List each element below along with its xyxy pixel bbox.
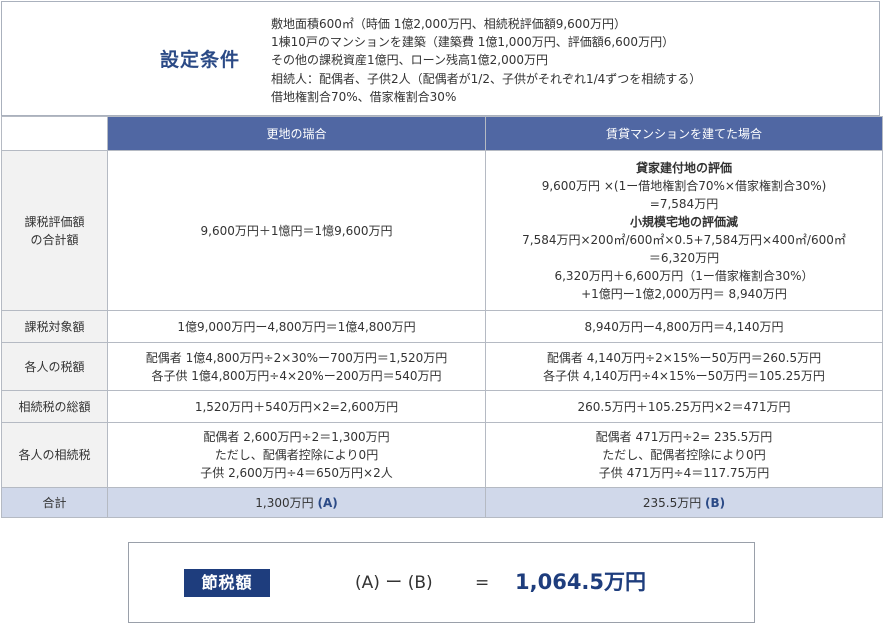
cell-line: 配偶者 471万円÷2= 235.5万円 xyxy=(595,430,773,444)
row-label: 課税対象額 xyxy=(1,310,108,343)
cell-line: 各子供 4,140万円÷4×15%ー50万円＝105.25万円 xyxy=(543,368,825,383)
marker-a: (A) xyxy=(317,495,338,510)
row-label-line: 各人の税額 xyxy=(24,359,85,374)
cell-line: ただし、配偶者控除により0円 xyxy=(602,448,766,462)
cell-line: +1億円ー1億2,000万円＝ 8,940万円 xyxy=(581,286,787,301)
cell-line: 子供 471万円÷4＝117.75万円 xyxy=(598,466,770,480)
condition-line: 相続人：配偶者、子供2人（配偶者が1/2、子供がそれぞれ1/4ずつを相続する） xyxy=(271,71,702,86)
comparison-table: 更地の瑞合 賃貸マンションを建てた場合 課税評価額 の合計額 9,600万円＋1… xyxy=(1,116,883,518)
cell-rental: 8,940万円ー4,800万円＝4,140万円 xyxy=(485,310,883,343)
table-row-total: 合計 1,300万円 (A) 235.5万円 (B) xyxy=(1,487,883,518)
cell-vacant: 1億9,000万円ー4,800万円＝1億4,800万円 xyxy=(107,310,486,343)
cell-vacant: 配偶者 2,600万円÷2＝1,300万円 ただし、配偶者控除により0円 子供 … xyxy=(107,422,486,488)
cell-line-heading: 小規模宅地の評価減 xyxy=(629,214,738,229)
row-label-line: 課税対象額 xyxy=(24,319,85,334)
cell-vacant: 9,600万円＋1憶円＝1憶9,600万円 xyxy=(107,150,486,311)
conditions-list: 敷地面積600㎡（時価 1億2,000万円、相続税評価額9,600万円） 1棟1… xyxy=(271,15,701,106)
marker-b: (B) xyxy=(705,495,726,510)
table-header-row: 更地の瑞合 賃貸マンションを建てた場合 xyxy=(1,116,883,151)
table-row-taxable-amount: 課税対象額 1億9,000万円ー4,800万円＝1億4,800万円 8,940万… xyxy=(1,310,883,343)
cell-rental: 貸家建付地の評価 9,600万円 ×(1ー借地権割合70%×借家権割合30%) … xyxy=(485,150,883,311)
cell-line: 配偶者 1億4,800万円÷2×30%ー700万円＝1,520万円 xyxy=(145,350,448,365)
cell-line: 9,600万円 ×(1ー借地権割合70%×借家権割合30%) xyxy=(541,178,827,193)
row-label-line: 課税評価額 xyxy=(24,214,85,229)
cell-line: 1,520万円＋540万円×2=2,600万円 xyxy=(194,399,399,414)
cell-line: 8,940万円ー4,800万円＝4,140万円 xyxy=(584,319,784,334)
cell-line: ただし、配偶者控除により0円 xyxy=(214,448,379,462)
cell-vacant: 配偶者 1億4,800万円÷2×30%ー700万円＝1,520万円 各子供 1億… xyxy=(107,342,486,391)
row-label: 課税評価額 の合計額 xyxy=(1,150,108,311)
cell-line: 配偶者 2,600万円÷2＝1,300万円 xyxy=(203,430,390,444)
cell-rental: 260.5万円＋105.25万円×2＝471万円 xyxy=(485,390,883,423)
row-label-line: の合計額 xyxy=(30,232,79,247)
total-value-b: 235.5万円 xyxy=(642,495,702,510)
cell-rental: 配偶者 4,140万円÷2×15%ー50万円＝260.5万円 各子供 4,140… xyxy=(485,342,883,391)
condition-line: 借地権割合70%、借家権割合30% xyxy=(271,89,457,104)
cell-line: 配偶者 4,140万円÷2×15%ー50万円＝260.5万円 xyxy=(546,350,822,365)
table-row-individual-inheritance-tax: 各人の相続税 配偶者 2,600万円÷2＝1,300万円 ただし、配偶者控除によ… xyxy=(1,422,883,488)
row-label: 相続税の総額 xyxy=(1,390,108,423)
cell-line: 1億9,000万円ー4,800万円＝1億4,800万円 xyxy=(177,319,416,334)
cell-line: 子供 2,600万円÷4＝650万円×2人 xyxy=(200,466,393,480)
header-corner xyxy=(1,116,108,151)
table-row-assessed-total: 課税評価額 の合計額 9,600万円＋1憶円＝1憶9,600万円 貸家建付地の評… xyxy=(1,150,883,311)
condition-line: 1棟10戸のマンションを建築（建築費 1億1,000万円、評価額6,600万円） xyxy=(271,35,675,50)
table-row-total-inheritance-tax: 相続税の総額 1,520万円＋540万円×2=2,600万円 260.5万円＋1… xyxy=(1,390,883,423)
row-label: 各人の税額 xyxy=(1,342,108,391)
cell-rental-total: 235.5万円 (B) xyxy=(485,487,883,518)
cell-rental: 配偶者 471万円÷2= 235.5万円 ただし、配偶者控除により0円 子供 4… xyxy=(485,422,883,488)
conditions-box: 設定条件 敷地面積600㎡（時価 1億2,000万円、相続税評価額9,600万円… xyxy=(1,1,880,116)
cell-vacant-total: 1,300万円 (A) xyxy=(107,487,486,518)
cell-line: 7,584万円×200㎡/600㎡×0.5+7,584万円×400㎡/600㎡ xyxy=(522,232,846,247)
row-label-line: 相続税の総額 xyxy=(18,399,91,414)
row-label: 各人の相続税 xyxy=(1,422,108,488)
cell-line: 9,600万円＋1憶円＝1憶9,600万円 xyxy=(200,223,393,238)
header-rental-mansion: 賃貸マンションを建てた場合 xyxy=(485,116,883,151)
cell-line: ＝6,320万円 xyxy=(648,250,720,265)
tax-savings-formula: (A) ー (B) xyxy=(355,573,433,593)
conditions-title: 設定条件 xyxy=(160,49,241,71)
cell-line-heading: 貸家建付地の評価 xyxy=(635,160,732,175)
total-value-a: 1,300万円 xyxy=(255,495,314,510)
tax-savings-box: 節税額 (A) ー (B) = 1,064.5万円 xyxy=(128,542,755,623)
table-row-individual-tax: 各人の税額 配偶者 1億4,800万円÷2×30%ー700万円＝1,520万円 … xyxy=(1,342,883,391)
cell-vacant: 1,520万円＋540万円×2=2,600万円 xyxy=(107,390,486,423)
condition-line: その他の課税資産1億円、ローン残高1億2,000万円 xyxy=(271,53,549,68)
cell-line: =7,584万円 xyxy=(649,196,719,211)
condition-line: 敷地面積600㎡（時価 1億2,000万円、相続税評価額9,600万円） xyxy=(271,17,627,31)
row-label-total: 合計 xyxy=(1,487,108,518)
header-vacant-land: 更地の瑞合 xyxy=(107,116,486,151)
tax-savings-value: 1,064.5万円 xyxy=(515,570,647,594)
tax-savings-label: 節税額 xyxy=(184,569,270,597)
cell-line: 260.5万円＋105.25万円×2＝471万円 xyxy=(577,399,791,414)
equals-sign: = xyxy=(475,573,490,593)
row-label-line: 各人の相続税 xyxy=(18,448,91,462)
cell-line: 各子供 1億4,800万円÷4×20%ー200万円＝540万円 xyxy=(151,368,442,383)
cell-line: 6,320万円＋6,600万円（1ー借家権割合30%） xyxy=(554,268,814,283)
